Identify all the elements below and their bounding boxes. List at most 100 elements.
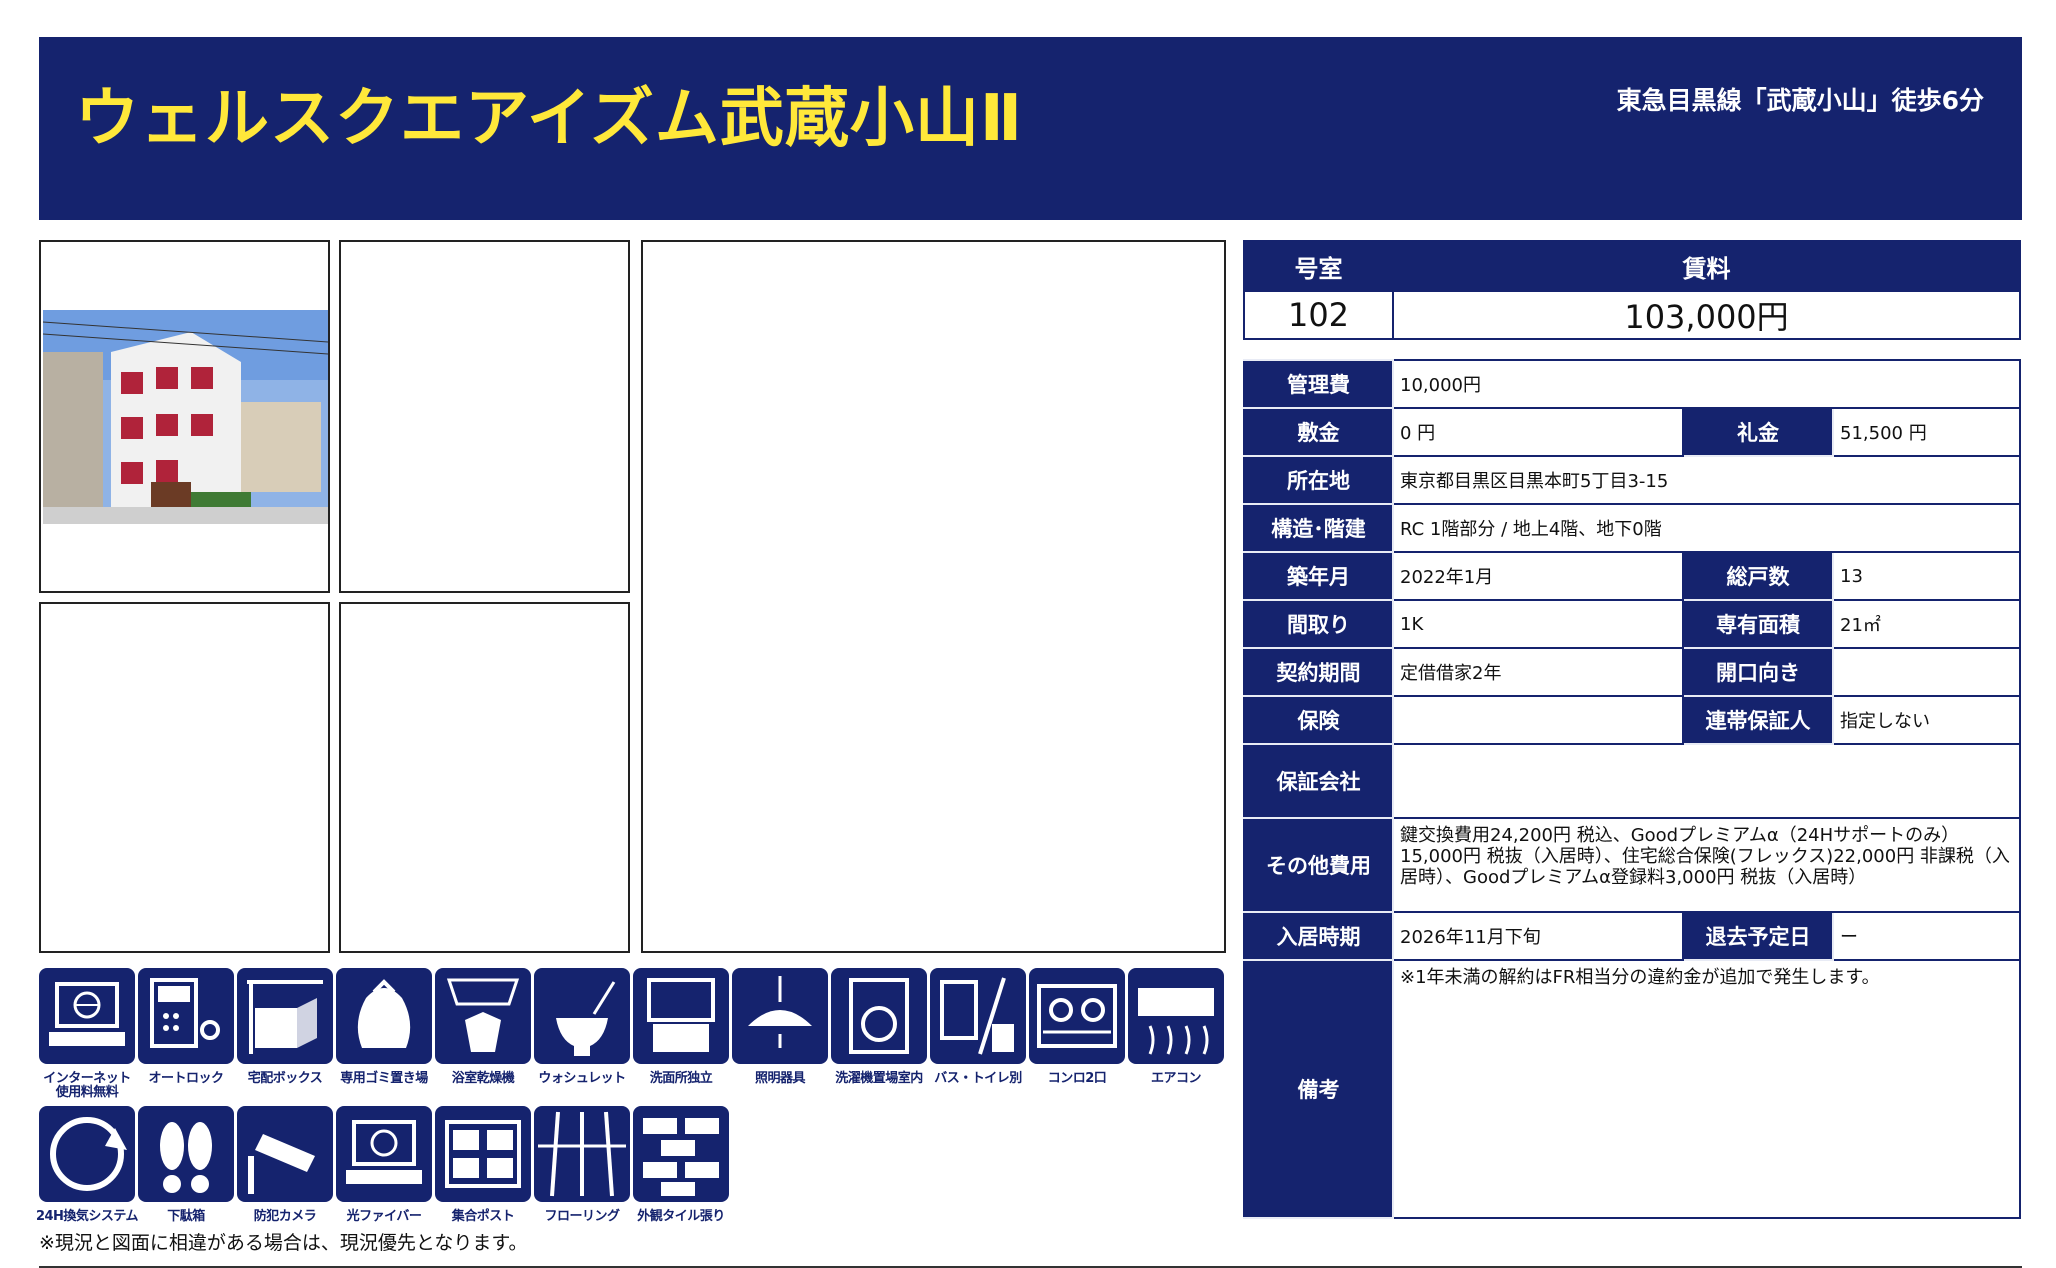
amenity-label: 浴室乾燥機 bbox=[451, 1071, 515, 1086]
amenity-item: 下駄箱 bbox=[138, 1106, 234, 1240]
contract-value: 定借借家2年 bbox=[1392, 647, 1684, 697]
amenity-row-1: インターネット 使用料無料 オートロック 宅配ボックス 専用ゴミ置き場 浴室乾燥機 ウォシュ… bbox=[39, 968, 1229, 1102]
washroom-icon bbox=[633, 968, 729, 1064]
garbage-area-icon bbox=[336, 968, 432, 1064]
guarantor-label: 連帯保証人 bbox=[1682, 695, 1834, 745]
bath-toilet-separate-icon bbox=[930, 968, 1026, 1064]
layout-label: 間取り bbox=[1243, 599, 1394, 649]
amenity-item: 防犯カメラ bbox=[237, 1106, 333, 1240]
amenity-label: コンロ2口 bbox=[1047, 1071, 1107, 1086]
built-value: 2022年1月 bbox=[1392, 551, 1684, 601]
remarks-value: ※1年未満の解約はFR相当分の違約金が追加で発生します。 bbox=[1392, 959, 2021, 1219]
photo-slot-4[interactable] bbox=[39, 602, 330, 953]
amenity-label: 専用ゴミ置き場 bbox=[340, 1071, 428, 1086]
amenity-label: 照明器具 bbox=[754, 1071, 806, 1086]
amenity-label: インターネット 使用料無料 bbox=[43, 1071, 131, 1100]
amenity-item: バス・トイレ別 bbox=[930, 968, 1026, 1102]
amenity-item: 洗濯機置場室内 bbox=[831, 968, 927, 1102]
other-fees-label: その他費用 bbox=[1243, 817, 1394, 913]
move-in-value: 2026年11月下旬 bbox=[1392, 911, 1684, 961]
facing-label: 開口向き bbox=[1682, 647, 1834, 697]
amenity-item: 専用ゴミ置き場 bbox=[336, 968, 432, 1102]
layout-value: 1K bbox=[1392, 599, 1684, 649]
amenity-label: エアコン bbox=[1150, 1071, 1202, 1086]
amenity-item: 照明器具 bbox=[732, 968, 828, 1102]
amenity-item: 浴室乾燥機 bbox=[435, 968, 531, 1102]
amenity-item: ウォシュレット bbox=[534, 968, 630, 1102]
amenity-item: エアコン bbox=[1128, 968, 1224, 1102]
amenity-item: インターネット 使用料無料 bbox=[39, 968, 135, 1102]
area-label: 専有面積 bbox=[1682, 599, 1834, 649]
amenity-label: フローリング bbox=[544, 1209, 620, 1224]
amenity-label: 外観タイル張り bbox=[637, 1209, 725, 1224]
amenity-label: 洗面所独立 bbox=[649, 1071, 713, 1086]
amenity-item: フローリング bbox=[534, 1106, 630, 1240]
amenity-label: バス・トイレ別 bbox=[934, 1071, 1022, 1086]
units-value: 13 bbox=[1832, 551, 2021, 601]
move-out-value: ー bbox=[1832, 911, 2021, 961]
amenity-item: 集合ポスト bbox=[435, 1106, 531, 1240]
amenity-label: ウォシュレット bbox=[538, 1071, 626, 1086]
insurance-label: 保険 bbox=[1243, 695, 1394, 745]
facing-value bbox=[1832, 647, 2021, 697]
header-banner: ウェルスクエアイズム武蔵小山Ⅱ 東急目黒線「武蔵小山」徒歩6分 bbox=[39, 37, 2022, 220]
key-money-label: 礼金 bbox=[1682, 407, 1834, 457]
management-fee-label: 管理費 bbox=[1243, 359, 1394, 409]
tile-exterior-icon bbox=[633, 1106, 729, 1202]
insurance-value bbox=[1392, 695, 1684, 745]
shoe-box-icon bbox=[138, 1106, 234, 1202]
amenity-icons: インターネット 使用料無料 オートロック 宅配ボックス 専用ゴミ置き場 浴室乾燥機 ウォシュ… bbox=[36, 968, 1229, 1240]
ventilation-24h-icon bbox=[39, 1106, 135, 1202]
amenity-item: 光ファイバー bbox=[336, 1106, 432, 1240]
guarantor-value: 指定しない bbox=[1832, 695, 2021, 745]
notice-text: ※現況と図面に相違がある場合は、現況優先となります。 bbox=[39, 1232, 528, 1254]
photo-floor-plan[interactable] bbox=[641, 240, 1226, 953]
address-label: 所在地 bbox=[1243, 455, 1394, 505]
flooring-icon bbox=[534, 1106, 630, 1202]
photo-slot-5[interactable] bbox=[339, 602, 630, 953]
property-title: ウェルスクエアイズム武蔵小山Ⅱ bbox=[75, 82, 1024, 156]
deposit-value: 0 円 bbox=[1392, 407, 1684, 457]
mailbox-icon bbox=[435, 1106, 531, 1202]
property-info-table: 管理費 10,000円 敷金 0 円 礼金 51,500 円 所在地 東京都目黒… bbox=[1243, 359, 2021, 1219]
optical-fiber-icon bbox=[336, 1106, 432, 1202]
room-header: 号室 bbox=[1243, 240, 1394, 292]
washlet-icon bbox=[534, 968, 630, 1064]
bath-dryer-icon bbox=[435, 968, 531, 1064]
security-camera-icon bbox=[237, 1106, 333, 1202]
lighting-icon bbox=[732, 968, 828, 1064]
photo-exterior[interactable] bbox=[39, 240, 330, 593]
address-value: 東京都目黒区目黒本町5丁目3-15 bbox=[1392, 455, 2021, 505]
management-fee-value: 10,000円 bbox=[1392, 359, 2021, 409]
amenity-item: 24H換気システム bbox=[36, 1106, 139, 1240]
rent-value: 103,000円 bbox=[1392, 290, 2021, 340]
units-label: 総戸数 bbox=[1682, 551, 1834, 601]
contract-label: 契約期間 bbox=[1243, 647, 1394, 697]
delivery-box-icon bbox=[237, 968, 333, 1064]
amenity-item: オートロック bbox=[138, 968, 234, 1102]
move-in-label: 入居時期 bbox=[1243, 911, 1394, 961]
air-conditioner-icon bbox=[1128, 968, 1224, 1064]
key-money-value: 51,500 円 bbox=[1832, 407, 2021, 457]
amenity-row-2: 24H換気システム 下駄箱 防犯カメラ 光ファイバー 集合ポスト フローリング 外観タイル張… bbox=[36, 1106, 1229, 1240]
room-number: 102 bbox=[1243, 290, 1394, 340]
amenity-item: 洗面所独立 bbox=[633, 968, 729, 1102]
auto-lock-icon bbox=[138, 968, 234, 1064]
deposit-label: 敷金 bbox=[1243, 407, 1394, 457]
stove-icon bbox=[1029, 968, 1125, 1064]
rent-header: 賃料 bbox=[1392, 240, 2021, 292]
guarantee-company-label: 保証会社 bbox=[1243, 743, 1394, 819]
amenity-item: 宅配ボックス bbox=[237, 968, 333, 1102]
structure-label: 構造･階建 bbox=[1243, 503, 1394, 553]
guarantee-company-value bbox=[1392, 743, 2021, 819]
building-photo bbox=[42, 310, 328, 524]
structure-value: RC 1階部分 / 地上4階、地下0階 bbox=[1392, 503, 2021, 553]
rent-table: 号室 賃料 102 103,000円 bbox=[1243, 240, 2021, 340]
amenity-item: コンロ2口 bbox=[1029, 968, 1125, 1102]
move-out-label: 退去予定日 bbox=[1682, 911, 1834, 961]
remarks-label: 備考 bbox=[1243, 959, 1394, 1219]
washing-machine-icon bbox=[831, 968, 927, 1064]
amenity-label: オートロック bbox=[148, 1071, 224, 1086]
photo-slot-2[interactable] bbox=[339, 240, 630, 593]
amenity-label: 洗濯機置場室内 bbox=[835, 1071, 923, 1086]
